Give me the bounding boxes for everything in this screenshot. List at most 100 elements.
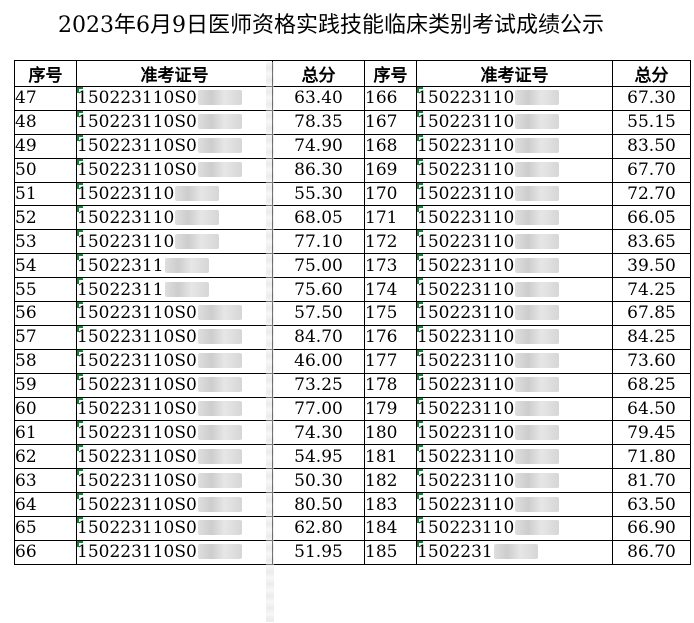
score-cell: 55.30 (272, 181, 365, 207)
seq-cell-text: 55 (15, 279, 37, 300)
cell-marker-icon (77, 445, 83, 452)
seq-cell: 65 (14, 516, 77, 541)
score-cell-2-text: 86.70 (627, 542, 676, 563)
redaction-mask (515, 424, 560, 440)
exam-id-cell-text: 150223110S0 (77, 112, 197, 133)
exam-id-cell-2: 150223110 (416, 324, 613, 350)
cell-marker-icon (417, 183, 423, 189)
cell-marker-icon (417, 421, 423, 428)
redaction-mask (197, 520, 242, 536)
score-cell-2-text: 72.70 (627, 184, 676, 204)
redaction-mask (515, 472, 560, 488)
redaction-mask (197, 329, 242, 345)
score-cell: 63.40 (272, 86, 365, 111)
cell-marker-icon (417, 278, 423, 285)
redaction-mask (175, 233, 220, 249)
cell-marker-icon (77, 278, 83, 285)
cell-marker-icon (77, 183, 83, 189)
table-row: 65 150223110S0 62.80 184 150223110 66.90 (14, 516, 691, 541)
exam-id-cell-2-text: 150223110 (417, 327, 515, 348)
seq-cell-text: 54 (15, 255, 37, 276)
seq-cell-2: 169 (364, 157, 417, 183)
exam-id-cell-2-text: 150223110 (417, 303, 515, 324)
seq-cell: 64 (14, 492, 77, 518)
cell-marker-icon (417, 469, 423, 476)
exam-id-cell-text: 15022311 (77, 255, 164, 276)
exam-id-cell-2-text: 150223110 (417, 351, 515, 372)
cell-marker-icon (417, 326, 423, 332)
table-row: 48 150223110S0 78.35 167 150223110 55.15 (14, 109, 691, 135)
seq-cell-2: 175 (364, 301, 417, 326)
exam-id-cell-2: 150223110 (416, 277, 613, 303)
exam-id-cell: 150223110S0 (76, 444, 273, 470)
seq-cell-text: 47 (15, 88, 37, 109)
cell-marker-icon (417, 230, 423, 237)
score-cell: 77.00 (272, 396, 365, 422)
cell-marker-icon (417, 398, 423, 404)
seq-cell-text: 64 (15, 494, 37, 515)
score-cell-2: 66.90 (612, 516, 691, 541)
score-cell-2: 67.85 (612, 301, 691, 326)
cell-marker-icon (77, 159, 83, 165)
score-cell-2-text: 67.85 (627, 303, 676, 324)
exam-id-cell-2: 150223110 (416, 301, 613, 326)
seq-cell-2-text: 183 (365, 494, 398, 515)
redaction-mask (515, 257, 560, 273)
score-cell-2-text: 66.90 (627, 518, 676, 539)
exam-id-cell: 150223110S0 (76, 86, 273, 111)
redaction-mask (197, 114, 242, 130)
exam-id-cell-2: 150223110 (416, 205, 613, 231)
seq-cell-2-text: 177 (365, 351, 398, 372)
redaction-mask (515, 138, 560, 154)
exam-id-cell-2: 150223110 (416, 444, 613, 470)
redaction-mask (197, 401, 242, 417)
seq-cell-2-text: 180 (365, 422, 398, 443)
redaction-mask (515, 353, 560, 369)
score-cell-text: 57.50 (294, 303, 343, 324)
cell-marker-icon (77, 398, 83, 404)
exam-id-cell: 150223110 (76, 205, 273, 231)
exam-id-cell-2-text: 150223110 (417, 88, 515, 109)
exam-id-cell-2: 150223110 (416, 86, 613, 111)
table-row: 66 150223110S0 51.95 185 1502231 86.70 (14, 539, 691, 565)
score-cell-text: 74.30 (294, 422, 343, 443)
table-row: 60 150223110S0 77.00 179 150223110 64.50 (14, 396, 691, 422)
score-cell-2-text: 68.25 (627, 375, 676, 396)
score-cell-text: 74.90 (294, 136, 343, 157)
seq-cell-2-text: 182 (365, 470, 398, 491)
exam-id-cell: 150223110S0 (76, 109, 273, 135)
score-cell-2: 83.50 (612, 133, 691, 159)
exam-id-cell-2: 150223110 (416, 348, 613, 374)
redaction-mask (515, 496, 560, 512)
score-cell-2-text: 64.50 (627, 399, 676, 420)
redaction-mask (197, 544, 242, 560)
redaction-mask (515, 162, 560, 178)
table-row: 57 150223110S0 84.70 176 150223110 84.25 (14, 324, 691, 350)
score-cell-text: 46.00 (294, 351, 343, 372)
score-cell-2-text: 67.70 (627, 160, 676, 181)
exam-id-cell-2: 150223110 (416, 133, 613, 159)
seq-cell-2-text: 178 (365, 375, 398, 396)
table-row: 58 150223110S0 46.00 177 150223110 73.60 (14, 348, 691, 374)
exam-id-cell: 150223110S0 (76, 301, 273, 326)
score-cell-text: 68.05 (294, 207, 343, 228)
seq-cell-text: 53 (15, 231, 37, 252)
score-cell-2: 81.70 (612, 468, 691, 494)
cell-marker-icon (77, 517, 83, 524)
exam-id-cell-2: 1502231 (416, 539, 613, 565)
exam-id-cell-text: 150223110S0 (77, 327, 197, 348)
seq-cell-2-text: 184 (365, 518, 398, 539)
cell-marker-icon (417, 254, 423, 261)
exam-id-cell-text: 150223110S0 (77, 518, 197, 539)
cell-marker-icon (417, 374, 423, 380)
redaction-mask (515, 305, 560, 321)
score-cell: 74.90 (272, 133, 365, 159)
seq-cell-text: 63 (15, 470, 37, 491)
cell-marker-icon (417, 206, 423, 213)
cell-marker-icon (77, 302, 83, 309)
score-cell-2: 73.60 (612, 348, 691, 374)
exam-id-cell: 150223110S0 (76, 348, 273, 374)
seq-cell-2: 167 (364, 109, 417, 135)
score-cell-2-text: 63.50 (627, 494, 676, 515)
seq-cell-2-text: 168 (365, 136, 398, 157)
